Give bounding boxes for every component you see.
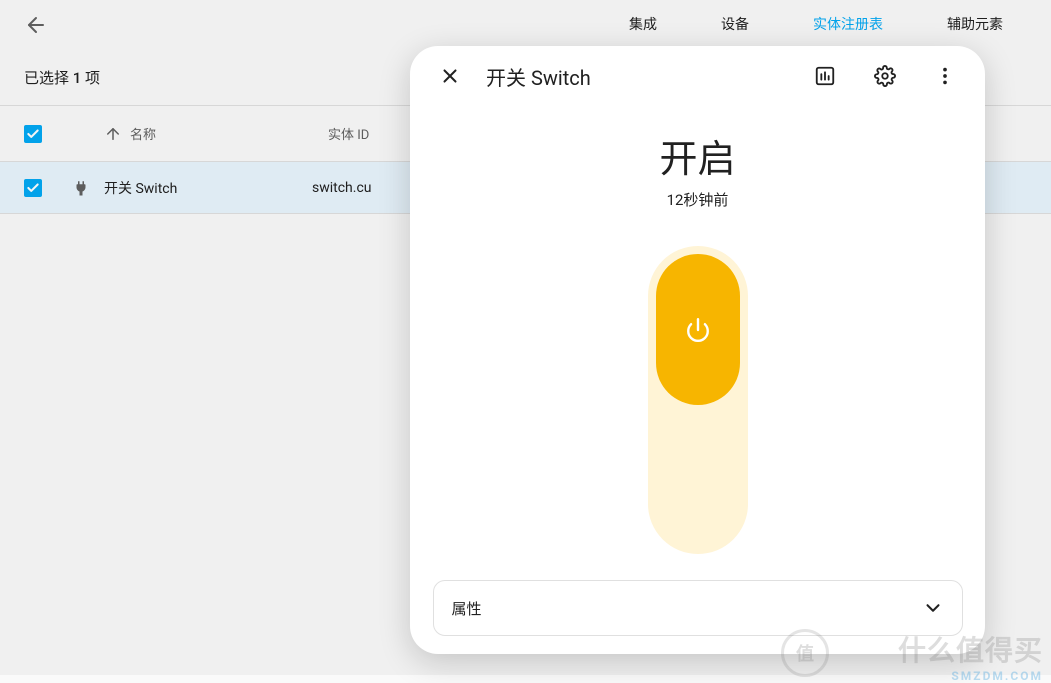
chart-icon xyxy=(814,65,836,87)
settings-button[interactable] xyxy=(865,56,905,96)
toggle-thumb xyxy=(656,254,740,405)
chevron-down-icon xyxy=(922,597,944,619)
entity-dialog: 开关 Switch 开启 12秒钟前 属性 xyxy=(410,46,985,654)
attributes-label: 属性 xyxy=(452,598,482,619)
power-toggle[interactable] xyxy=(648,246,748,554)
close-icon xyxy=(439,65,461,87)
state-text: 开启 xyxy=(659,128,735,183)
history-button[interactable] xyxy=(805,56,845,96)
dialog-body: 开启 12秒钟前 属性 xyxy=(410,106,985,654)
more-button[interactable] xyxy=(925,56,965,96)
gear-icon xyxy=(874,65,896,87)
dialog-title: 开关 Switch xyxy=(486,62,591,91)
state-time: 12秒钟前 xyxy=(667,189,729,210)
power-icon xyxy=(685,317,711,343)
dialog-header: 开关 Switch xyxy=(410,46,985,106)
attributes-expander[interactable]: 属性 xyxy=(433,580,963,636)
close-button[interactable] xyxy=(430,56,470,96)
dots-vertical-icon xyxy=(934,65,956,87)
